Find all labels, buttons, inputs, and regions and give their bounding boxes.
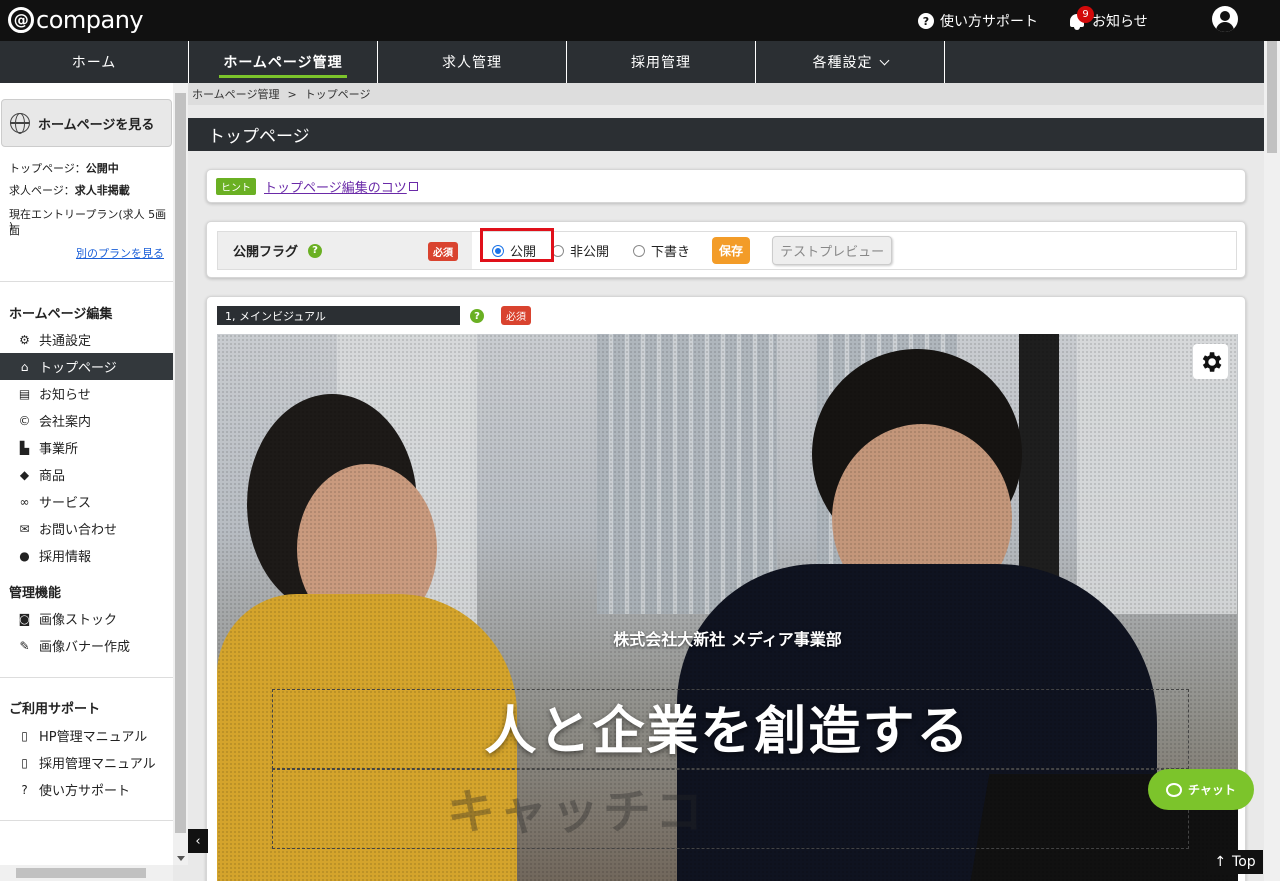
- catch-copy-box[interactable]: [272, 769, 1189, 849]
- other-plan-link[interactable]: 別のプランを見る: [76, 245, 164, 261]
- required-badge: 必須: [501, 306, 531, 325]
- sidebar-item-news[interactable]: ▤ お知らせ: [0, 380, 173, 407]
- arrow-up-icon: ↑: [1214, 854, 1227, 870]
- nav-homepage-management[interactable]: ホームページ管理: [189, 41, 378, 83]
- nav-recruit-management[interactable]: 採用管理: [567, 41, 756, 83]
- breadcrumb-current: トップページ: [304, 88, 371, 101]
- sidebar-item-recruit[interactable]: ● 採用情報: [0, 542, 173, 569]
- handshake-icon: ∞: [19, 494, 30, 509]
- breadcrumb: ホームページ管理 > トップページ: [188, 83, 1264, 105]
- news-link[interactable]: 9 お知らせ: [1068, 6, 1148, 31]
- sidebar-item-image-stock[interactable]: ◙ 画像ストック: [0, 605, 173, 632]
- gear-icon: [1202, 351, 1221, 372]
- radio-button[interactable]: [633, 244, 646, 257]
- external-link-icon: [408, 181, 418, 191]
- save-button[interactable]: 保存: [712, 237, 751, 264]
- radio-draft[interactable]: 下書き: [633, 232, 690, 269]
- divider: [0, 677, 173, 678]
- test-preview-button[interactable]: テストプレビュー: [772, 236, 893, 265]
- sidebar-item-products[interactable]: ◆ 商品: [0, 461, 173, 488]
- at-icon: @: [8, 7, 34, 33]
- publish-flag-label: 公開フラグ ? 必須: [218, 232, 472, 269]
- chat-button[interactable]: チャット: [1148, 769, 1254, 810]
- required-badge: 必須: [428, 242, 458, 261]
- top-page-status: トップページ：公開中: [9, 162, 119, 175]
- news-count-badge: 9: [1077, 6, 1094, 23]
- radio-private[interactable]: 非公開: [552, 232, 609, 269]
- section-heading-support: ご利用サポート: [9, 702, 101, 717]
- sidebar-item-services[interactable]: ∞ サービス: [0, 488, 173, 515]
- user-avatar-icon[interactable]: [1212, 6, 1238, 32]
- sidebar-horizontal-scrollbar[interactable]: [0, 865, 173, 881]
- sidebar-scrollbar[interactable]: [173, 83, 188, 865]
- pdf-icon: ▯: [21, 755, 28, 770]
- catch-copy-placeholder: キャッチコ: [447, 784, 708, 840]
- hint-link[interactable]: トップページ編集のコツ: [264, 177, 407, 196]
- sidebar-item-usage-support[interactable]: ? 使い方サポート: [0, 776, 173, 803]
- sidebar: ホームページを見る トップページ：公開中 求人ページ：求人非掲載 現在エントリー…: [0, 83, 173, 865]
- main-visual-card: 1, メインビジュアル ? 必須 株式会社大新社 メディア事業部 人と企業を創造…: [206, 296, 1246, 881]
- pdf-icon: ▯: [21, 728, 28, 743]
- question-icon: ?: [918, 13, 934, 29]
- help-icon[interactable]: ?: [308, 243, 323, 258]
- divider: [0, 281, 173, 282]
- catch-copy: 人と企業を創造する: [484, 702, 971, 762]
- section-heading-edit: ホームページ編集: [9, 307, 113, 322]
- copyright-icon: ©: [18, 413, 31, 428]
- job-page-status: 求人ページ：求人非掲載: [9, 184, 130, 197]
- nav-settings[interactable]: 各種設定: [756, 41, 945, 83]
- page-title: トップページ: [188, 118, 1264, 151]
- nav-job-management[interactable]: 求人管理: [378, 41, 567, 83]
- camera-icon: ◙: [18, 611, 31, 626]
- hint-card: ヒント トップページ編集のコツ: [206, 169, 1246, 203]
- help-link[interactable]: ? 使い方サポート: [918, 11, 1038, 31]
- page-scrollbar[interactable]: [1264, 41, 1280, 881]
- current-plan: 現在エントリープラン(求人 5画面: [9, 208, 167, 237]
- nav-home[interactable]: ホーム: [0, 41, 189, 83]
- chat-icon: [1166, 782, 1183, 797]
- company-logo[interactable]: @ company: [8, 6, 144, 34]
- sidebar-item-top-page[interactable]: ⌂ トップページ: [0, 353, 173, 380]
- question-icon: ?: [21, 782, 28, 797]
- sidebar-item-offices[interactable]: ▙ 事業所: [0, 434, 173, 461]
- gear-icon: ⚙: [19, 332, 30, 347]
- home-icon: ⌂: [20, 359, 29, 374]
- envelope-icon: ✉: [19, 521, 30, 536]
- user-circle-icon: ●: [19, 548, 30, 563]
- chevron-down-icon: [879, 55, 889, 65]
- sidebar-item-hp-manual[interactable]: ▯ HP管理マニュアル: [0, 722, 173, 749]
- breadcrumb-separator: >: [287, 87, 297, 101]
- section-heading-manage: 管理機能: [9, 586, 62, 601]
- breadcrumb-item[interactable]: ホームページ管理: [192, 86, 279, 102]
- section-label: 1, メインビジュアル: [217, 306, 460, 325]
- visual-settings-button[interactable]: [1193, 344, 1228, 379]
- collapse-sidebar-button[interactable]: ‹: [188, 829, 208, 853]
- publish-flag-row: 公開フラグ ? 必須 公開 非公開 下書き 保存 テストプレビュー: [217, 228, 1237, 270]
- newspaper-icon: ▤: [18, 386, 31, 401]
- pencil-icon: ✎: [19, 638, 30, 653]
- sidebar-item-common-settings[interactable]: ⚙ 共通設定: [0, 326, 173, 353]
- box-icon: ◆: [19, 467, 30, 482]
- bell-icon: 9: [1068, 6, 1094, 30]
- help-icon[interactable]: ?: [470, 309, 484, 323]
- highlight-box: [480, 228, 554, 262]
- main-visual-image[interactable]: 株式会社大新社 メディア事業部 人と企業を創造する キャッチコ: [217, 334, 1238, 881]
- divider: [0, 820, 173, 821]
- sidebar-item-banner[interactable]: ✎ 画像バナー作成: [0, 632, 173, 659]
- current-plan-end: ): [9, 220, 14, 233]
- globe-icon: [10, 113, 30, 134]
- main-nav: ホーム ホームページ管理 求人管理 採用管理 各種設定: [0, 41, 1264, 83]
- factory-icon: ▙: [19, 440, 30, 455]
- publish-flag-card: 公開フラグ ? 必須 公開 非公開 下書き 保存 テストプレビュー: [206, 221, 1246, 278]
- back-to-top-button[interactable]: ↑ Top: [1207, 850, 1263, 874]
- top-bar: @ company ? 使い方サポート 9 お知らせ: [0, 0, 1280, 41]
- hint-tag: ヒント: [216, 177, 256, 195]
- sidebar-item-recruit-manual[interactable]: ▯ 採用管理マニュアル: [0, 749, 173, 776]
- sidebar-item-company[interactable]: © 会社案内: [0, 407, 173, 434]
- company-name: 株式会社大新社 メディア事業部: [613, 630, 842, 649]
- main-content: ホームページ管理 > トップページ トップページ ヒント トップページ編集のコツ…: [188, 83, 1264, 881]
- sidebar-item-contact[interactable]: ✉ お問い合わせ: [0, 515, 173, 542]
- view-homepage-button[interactable]: ホームページを見る: [1, 99, 172, 147]
